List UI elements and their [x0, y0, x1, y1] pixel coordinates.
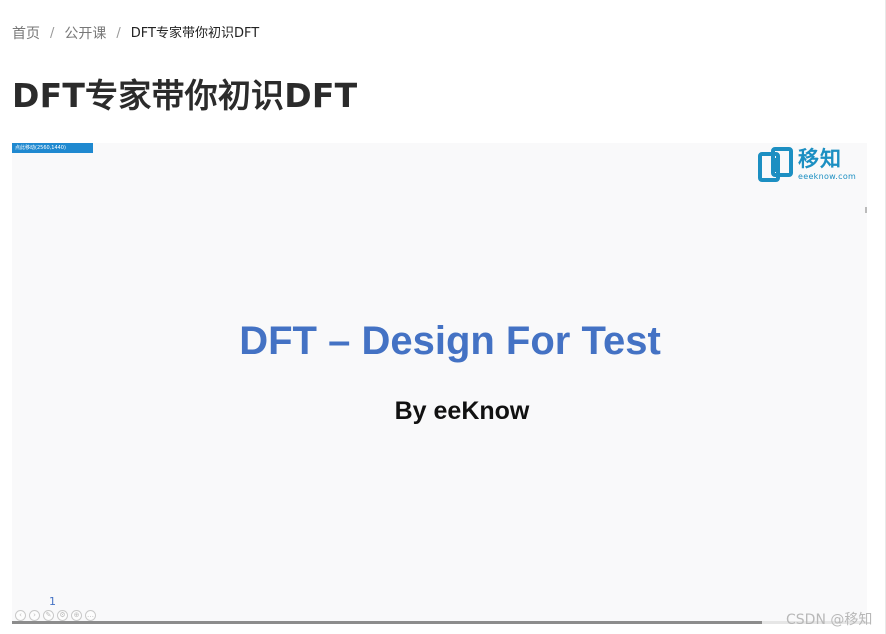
- pen-icon[interactable]: ✎: [43, 610, 54, 621]
- next-icon[interactable]: ›: [29, 610, 40, 621]
- progress-bar[interactable]: [12, 621, 867, 624]
- page-title: DFT专家带你初识DFT: [12, 76, 358, 115]
- progress-fill: [12, 621, 762, 624]
- logo-name: 移知: [798, 147, 842, 171]
- video-player[interactable]: 点此移动(2560,1440) 移知 eeeknow.com DFT – Des…: [12, 143, 867, 624]
- settings-icon[interactable]: ⚙: [57, 610, 68, 621]
- slide-title: DFT – Design For Test: [239, 319, 661, 363]
- slide-number: 1: [49, 595, 56, 608]
- logo-text: 移知 eeeknow.com: [798, 149, 856, 181]
- breadcrumb-current: DFT专家带你初识DFT: [130, 26, 260, 41]
- breadcrumb-separator: /: [116, 26, 121, 41]
- resolution-tag[interactable]: 点此移动(2560,1440): [12, 143, 93, 153]
- logo-url: eeeknow.com: [798, 172, 857, 181]
- eeknow-logo: 移知 eeeknow.com: [757, 144, 863, 186]
- slide-subtitle: By eeKnow: [394, 397, 530, 425]
- zoom-icon[interactable]: ⊕: [71, 610, 82, 621]
- breadcrumb-home-link[interactable]: 首页: [12, 24, 40, 44]
- breadcrumb-section-link[interactable]: 公开课: [64, 24, 106, 44]
- more-icon[interactable]: …: [85, 610, 96, 621]
- slide-controls: ‹ › ✎ ⚙ ⊕ …: [15, 610, 96, 621]
- slide-marker: [865, 207, 867, 213]
- breadcrumb: 首页 / 公开课 / DFT专家带你初识DFT: [12, 24, 259, 44]
- breadcrumb-separator: /: [50, 26, 55, 41]
- logo-mark-icon: [758, 147, 793, 182]
- watermark: CSDN @移知: [786, 612, 873, 628]
- prev-icon[interactable]: ‹: [15, 610, 26, 621]
